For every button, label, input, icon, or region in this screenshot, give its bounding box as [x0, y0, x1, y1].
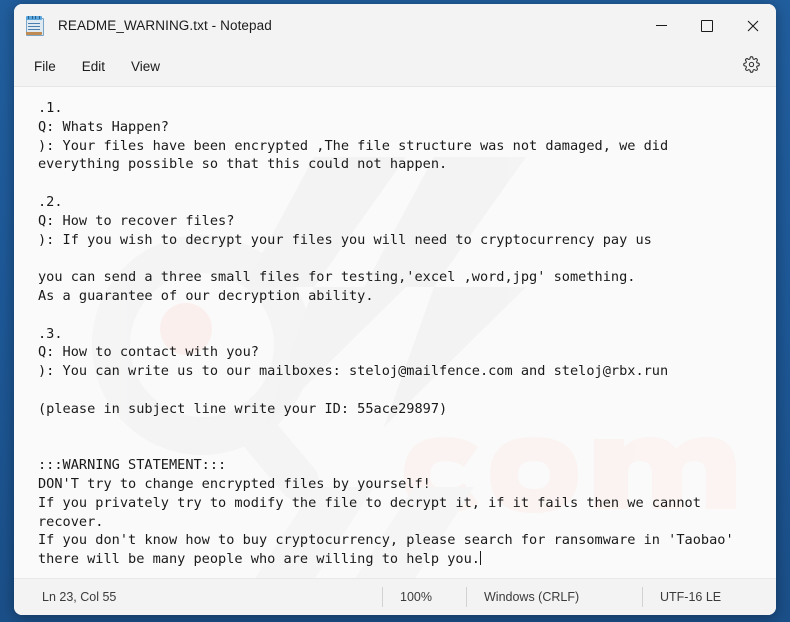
notepad-icon: [24, 15, 44, 36]
menu-item-view[interactable]: View: [121, 54, 170, 79]
title-bar[interactable]: README_WARNING.txt - Notepad: [14, 4, 776, 47]
close-button[interactable]: [730, 4, 776, 47]
window-controls: [638, 4, 776, 47]
menu-item-file[interactable]: File: [24, 54, 66, 79]
status-bar: Ln 23, Col 55 100% Windows (CRLF) UTF-16…: [14, 578, 776, 615]
menu-item-edit[interactable]: Edit: [72, 54, 115, 79]
window-title: README_WARNING.txt - Notepad: [58, 18, 272, 33]
status-line-ending[interactable]: Windows (CRLF): [466, 579, 579, 615]
document-text-content: .1. Q: Whats Happen? ): Your files have …: [38, 100, 734, 568]
text-caret: [479, 551, 481, 566]
maximize-icon: [701, 19, 713, 32]
minimize-icon: [655, 25, 667, 26]
settings-button[interactable]: [736, 52, 766, 82]
minimize-button[interactable]: [638, 4, 684, 47]
document-text[interactable]: .1. Q: Whats Happen? ): Your files have …: [14, 87, 776, 569]
text-editor-area[interactable]: .1. Q: Whats Happen? ): Your files have …: [14, 87, 776, 578]
gear-icon: [742, 55, 760, 78]
close-icon: [747, 20, 759, 32]
status-zoom-level[interactable]: 100%: [382, 579, 432, 615]
status-encoding[interactable]: UTF-16 LE: [642, 579, 721, 615]
status-cursor-position: Ln 23, Col 55: [42, 590, 117, 604]
notepad-window: README_WARNING.txt - Notepad File Edit V…: [14, 4, 776, 615]
maximize-button[interactable]: [684, 4, 730, 47]
menu-bar: File Edit View: [14, 47, 776, 87]
